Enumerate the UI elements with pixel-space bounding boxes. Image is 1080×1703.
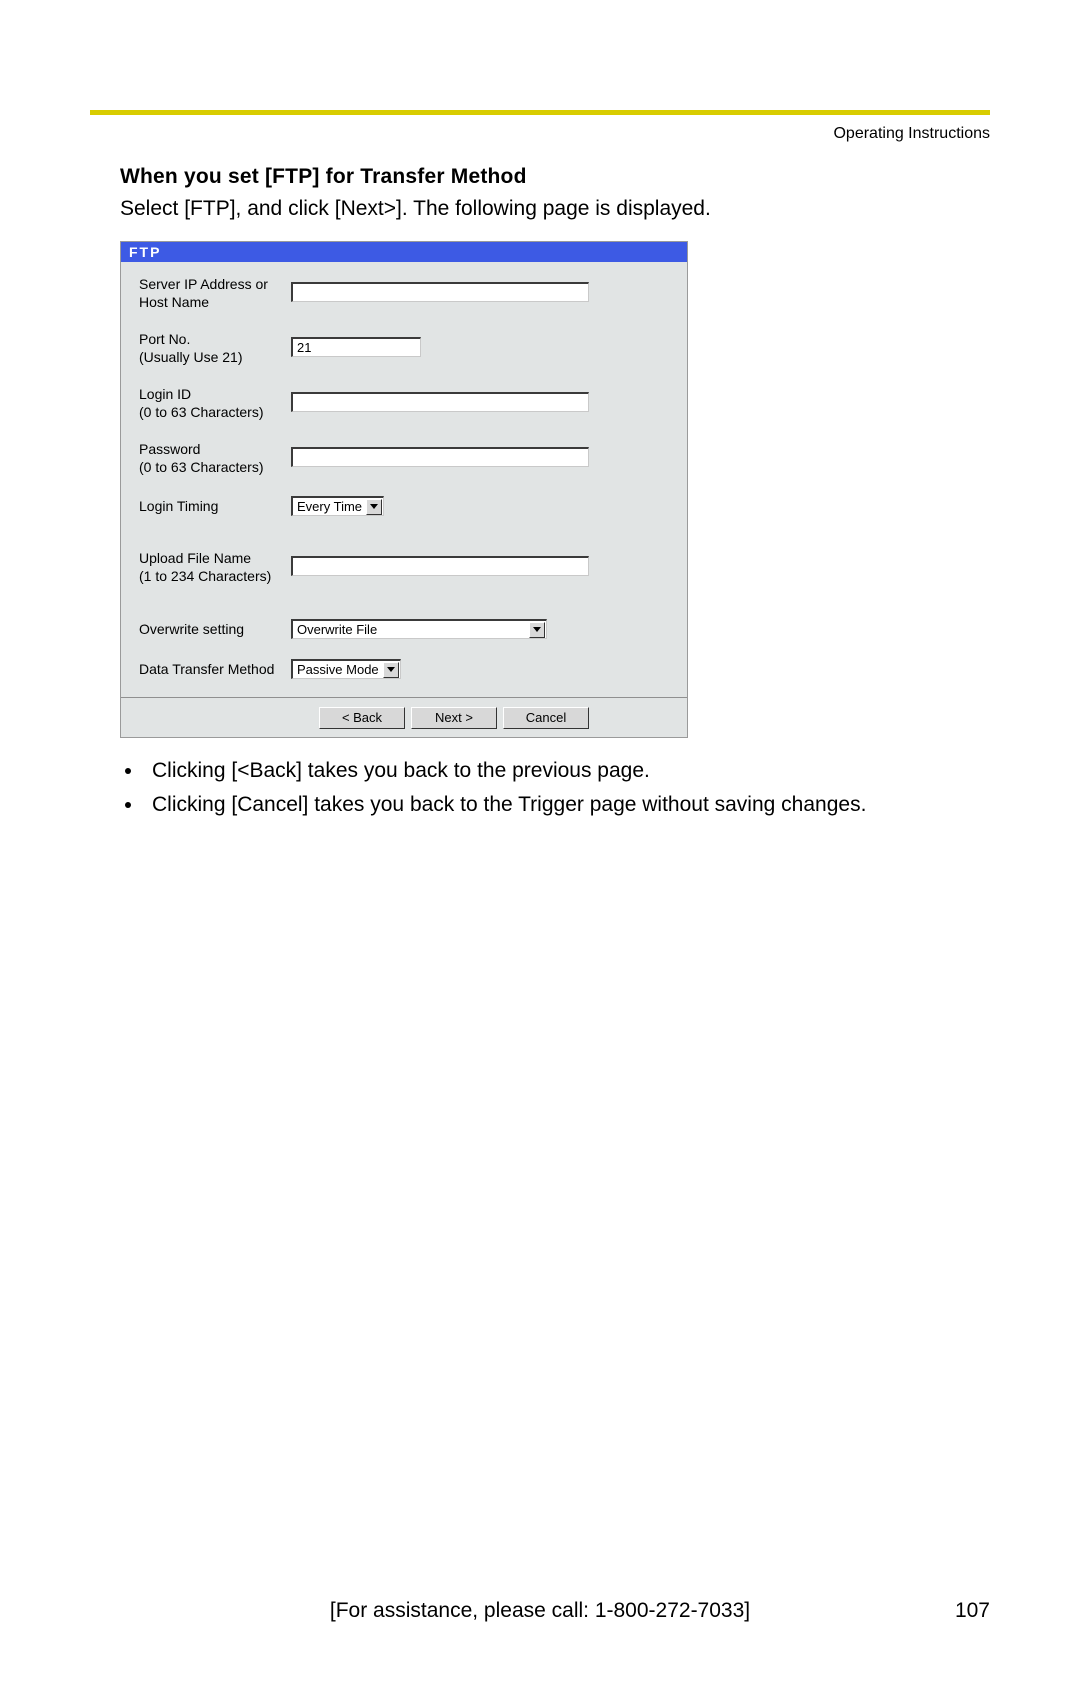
label-login-id: Login ID(0 to 63 Characters) [139,386,291,421]
row-login-id: Login ID(0 to 63 Characters) [139,376,679,431]
row-port: Port No.(Usually Use 21) 21 [139,321,679,376]
chevron-down-icon [383,662,399,678]
port-input[interactable]: 21 [291,337,421,357]
header-label: Operating Instructions [90,125,990,143]
list-item: Clicking [Cancel] takes you back to the … [144,790,985,819]
section-title: When you set [FTP] for Transfer Method [120,165,985,189]
cancel-button[interactable]: Cancel [503,707,589,729]
label-login-timing: Login Timing [139,498,291,516]
login-timing-select[interactable]: Every Time [291,496,384,516]
notes-list: Clicking [<Back] takes you back to the p… [120,756,985,819]
page-number: 107 [955,1599,990,1623]
row-password: Password(0 to 63 Characters) [139,431,679,486]
ftp-panel-title: FTP [121,242,687,262]
row-login-timing: Login Timing Every Time [139,486,679,526]
overwrite-value: Overwrite File [297,622,377,637]
chevron-down-icon [366,499,382,515]
overwrite-select[interactable]: Overwrite File [291,619,547,639]
label-upload-file: Upload File Name(1 to 234 Characters) [139,550,291,585]
list-item: Clicking [<Back] takes you back to the p… [144,756,985,785]
row-upload-file: Upload File Name(1 to 234 Characters) [139,526,679,609]
label-password: Password(0 to 63 Characters) [139,441,291,476]
upload-file-input[interactable] [291,556,589,576]
server-host-input[interactable] [291,282,589,302]
label-port: Port No.(Usually Use 21) [139,331,291,366]
back-button[interactable]: < Back [319,707,405,729]
data-method-value: Passive Mode [297,662,379,677]
section-subtext: Select [FTP], and click [Next>]. The fol… [120,195,985,223]
label-data-method: Data Transfer Method [139,661,291,679]
label-overwrite: Overwrite setting [139,621,291,639]
label-server-host: Server IP Address or Host Name [139,276,291,311]
row-server-host: Server IP Address or Host Name [139,266,679,321]
data-method-select[interactable]: Passive Mode [291,659,401,679]
next-button[interactable]: Next > [411,707,497,729]
chevron-down-icon [529,622,545,638]
login-id-input[interactable] [291,392,589,412]
row-overwrite: Overwrite setting Overwrite File [139,609,679,649]
password-input[interactable] [291,447,589,467]
row-data-method: Data Transfer Method Passive Mode [139,649,679,697]
login-timing-value: Every Time [297,499,362,514]
header-accent-bar [90,110,990,115]
panel-divider [121,697,687,698]
ftp-settings-panel: FTP Server IP Address or Host Name Port … [120,241,688,738]
footer-assistance: [For assistance, please call: 1-800-272-… [330,1599,750,1623]
